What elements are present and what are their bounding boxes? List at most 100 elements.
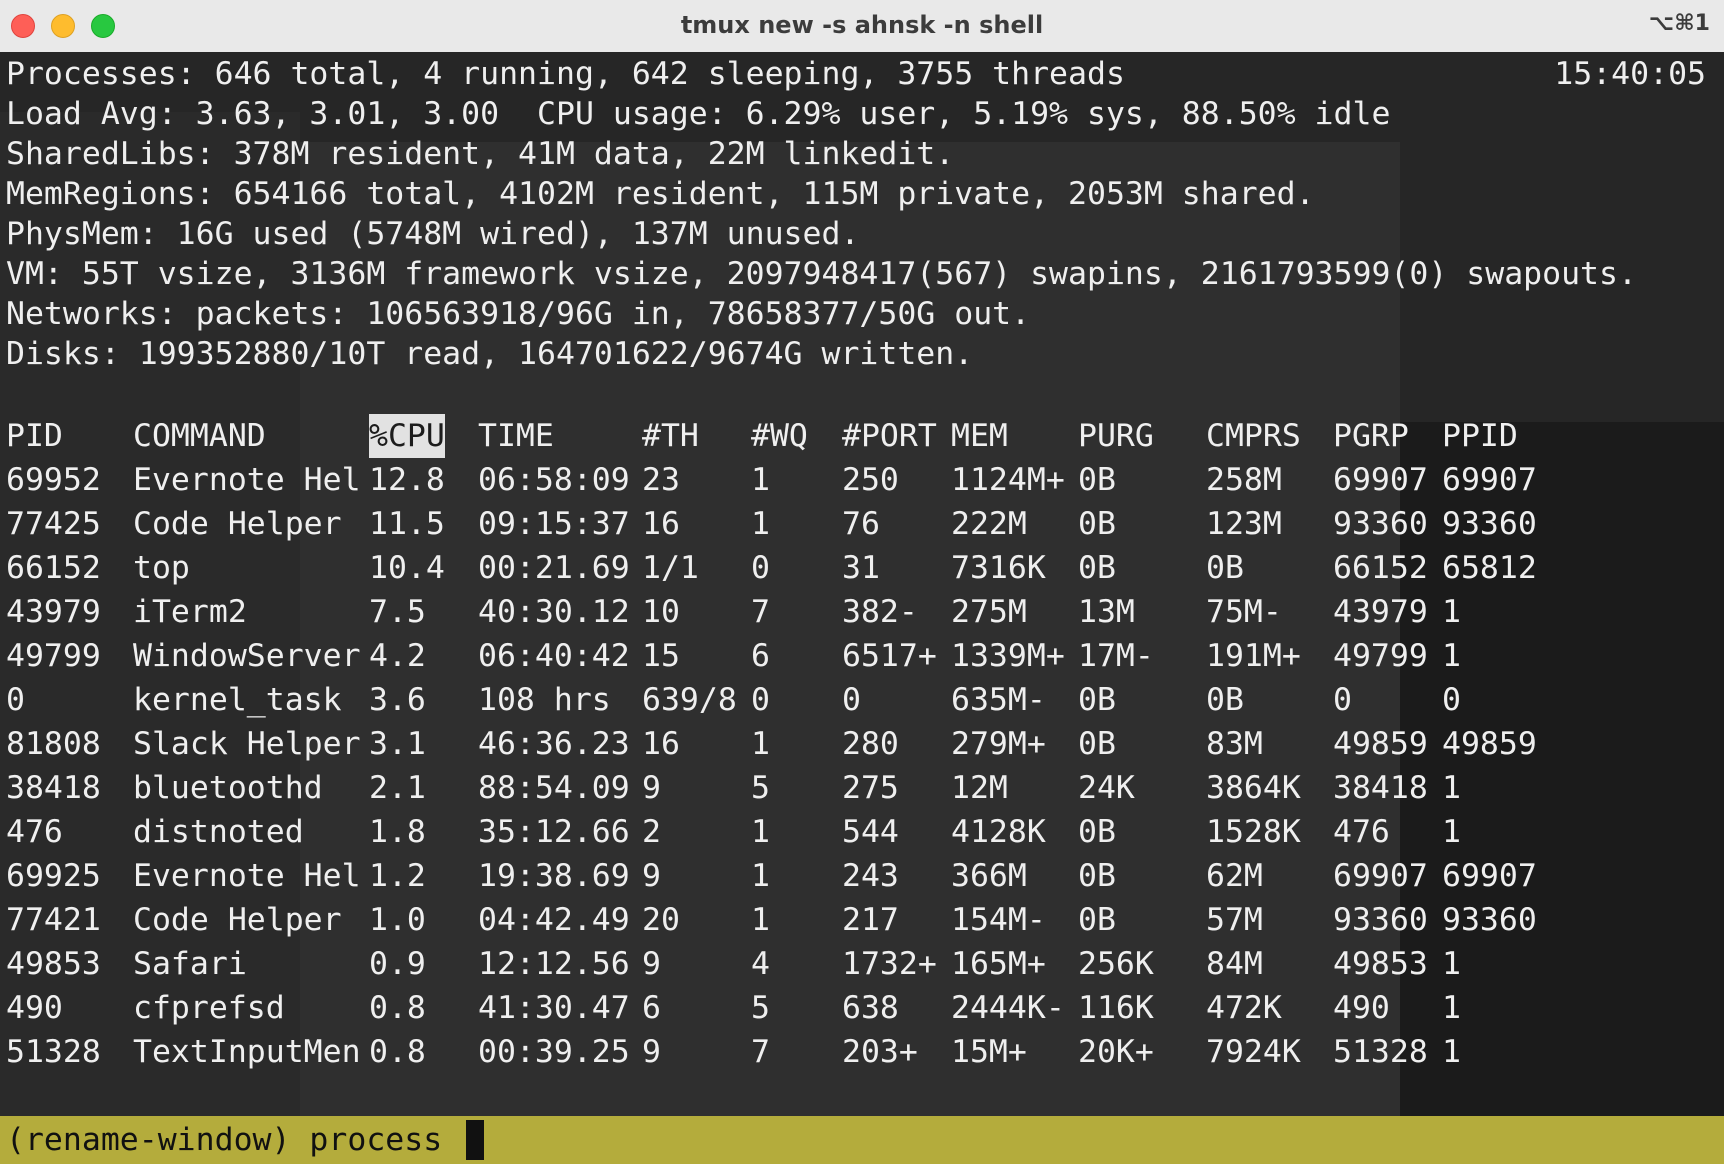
summary-load-cpu: Load Avg: 3.63, 3.01, 3.00 CPU usage: 6.… — [6, 96, 1391, 132]
command-prompt[interactable]: (rename-window) process — [6, 1116, 442, 1164]
cell-cpu: 3.1 — [369, 726, 426, 762]
cell-purg: 0B — [1078, 550, 1116, 586]
summary-vm: VM: 55T vsize, 3136M framework vsize, 20… — [6, 256, 1637, 292]
cell-time: 41:30.47 — [478, 990, 630, 1026]
cell-ppid: 69907 — [1442, 858, 1537, 894]
summary-memregions: MemRegions: 654166 total, 4102M resident… — [6, 176, 1315, 212]
cell-pid: 69952 — [6, 462, 101, 498]
cell-port: 638 — [842, 990, 899, 1026]
cell-command: Code Helper — [133, 902, 342, 938]
cell-th: 16 — [642, 726, 680, 762]
cell-cmprs: 123M — [1206, 506, 1282, 542]
title-bar[interactable]: tmux new -s ahnsk -n shell ⌥⌘1 — [0, 0, 1724, 53]
cell-th: 15 — [642, 638, 680, 674]
cell-th: 9 — [642, 770, 661, 806]
cell-port: 0 — [842, 682, 861, 718]
cell-command: top — [133, 550, 190, 586]
cell-cmprs: 258M — [1206, 462, 1282, 498]
cell-port: 6517+ — [842, 638, 937, 674]
cell-mem: 165M+ — [951, 946, 1046, 982]
column-header-ppid: PPID — [1442, 418, 1518, 454]
terminal-pane[interactable]: 15:40:05 Processes: 646 total, 4 running… — [0, 52, 1724, 1116]
cell-pgrp: 51328 — [1333, 1034, 1428, 1070]
cell-port: 76 — [842, 506, 880, 542]
cell-command: cfprefsd — [133, 990, 285, 1026]
cell-purg: 20K+ — [1078, 1034, 1154, 1070]
table-row: 69952 Evernote Hel 12.8 06:58:09 23 1 250 1124M… — [0, 458, 1724, 502]
cell-command: TextInputMen — [133, 1034, 361, 1070]
process-table: PID COMMAND %CPU TIME #TH #WQ #PORT MEM PURG CMPR… — [0, 414, 1724, 1074]
cell-pgrp: 490 — [1333, 990, 1390, 1026]
cell-cmprs: 0B — [1206, 550, 1244, 586]
cell-th: 1/1 — [642, 550, 699, 586]
cell-time: 00:21.69 — [478, 550, 630, 586]
cell-port: 382- — [842, 594, 918, 630]
cell-ppid: 1 — [1442, 946, 1461, 982]
cell-time: 00:39.25 — [478, 1034, 630, 1070]
cell-cpu: 1.2 — [369, 858, 426, 894]
cell-ppid: 93360 — [1442, 902, 1537, 938]
column-header-pid: PID — [6, 418, 63, 454]
cell-cpu: 11.5 — [369, 506, 445, 542]
summary-processes: Processes: 646 total, 4 running, 642 sle… — [6, 56, 1125, 92]
cell-mem: 275M — [951, 594, 1027, 630]
column-header-purg: PURG — [1078, 418, 1154, 454]
cell-ppid: 1 — [1442, 990, 1461, 1026]
cell-pgrp: 49853 — [1333, 946, 1428, 982]
summary-disks: Disks: 199352880/10T read, 164701622/967… — [6, 336, 974, 372]
cell-th: 6 — [642, 990, 661, 1026]
cell-cmprs: 1528K — [1206, 814, 1301, 850]
cell-cmprs: 83M — [1206, 726, 1263, 762]
cell-cpu: 1.0 — [369, 902, 426, 938]
cell-pgrp: 476 — [1333, 814, 1390, 850]
cell-pid: 66152 — [6, 550, 101, 586]
cell-command: Evernote Hel — [133, 858, 361, 894]
cell-time: 19:38.69 — [478, 858, 630, 894]
cell-th: 16 — [642, 506, 680, 542]
column-header-th: #TH — [642, 418, 699, 454]
cell-cpu: 12.8 — [369, 462, 445, 498]
column-header-cmprs: CMPRS — [1206, 418, 1301, 454]
cell-time: 12:12.56 — [478, 946, 630, 982]
cell-time: 40:30.12 — [478, 594, 630, 630]
tmux-status-bar[interactable]: (rename-window) process — [0, 1116, 1724, 1164]
table-row: 49853 Safari 0.9 12:12.56 9 4 1732+ 165M+ 256K 84… — [0, 942, 1724, 986]
cell-mem: 635M- — [951, 682, 1046, 718]
cell-purg: 256K — [1078, 946, 1154, 982]
table-row: 38418 bluetoothd 2.1 88:54.09 9 5 275 12M 24K 386… — [0, 766, 1724, 810]
cell-ppid: 1 — [1442, 594, 1461, 630]
cell-pid: 49799 — [6, 638, 101, 674]
cell-wq: 6 — [751, 638, 770, 674]
cell-pgrp: 93360 — [1333, 902, 1428, 938]
table-row: 490 cfprefsd 0.8 41:30.47 6 5 638 2444K- 116K 472… — [0, 986, 1724, 1030]
terminal-window: tmux new -s ahnsk -n shell ⌥⌘1 15:40:05 … — [0, 0, 1724, 1164]
column-header-cpu: %CPU — [369, 414, 445, 458]
cell-purg: 0B — [1078, 462, 1116, 498]
cell-port: 243 — [842, 858, 899, 894]
cell-port: 280 — [842, 726, 899, 762]
cell-ppid: 1 — [1442, 638, 1461, 674]
cell-mem: 2444K- — [951, 990, 1065, 1026]
cell-mem: 15M+ — [951, 1034, 1027, 1070]
cell-command: Evernote Hel — [133, 462, 361, 498]
cell-time: 108 hrs — [478, 682, 611, 718]
cell-pid: 43979 — [6, 594, 101, 630]
cell-mem: 279M+ — [951, 726, 1046, 762]
cell-time: 04:42.49 — [478, 902, 630, 938]
cell-purg: 0B — [1078, 814, 1116, 850]
cell-wq: 7 — [751, 594, 770, 630]
cell-pid: 476 — [6, 814, 63, 850]
cell-wq: 5 — [751, 990, 770, 1026]
table-row: 0 kernel_task 3.6 108 hrs 639/8 0 0 635M- 0B 0B 0 0 — [0, 678, 1724, 722]
cell-pid: 0 — [6, 682, 25, 718]
cell-ppid: 1 — [1442, 814, 1461, 850]
cell-command: bluetoothd — [133, 770, 323, 806]
top-clock: 15:40:05 — [1554, 56, 1706, 92]
table-row: 66152 top 10.4 00:21.69 1/1 0 31 7316K 0B 0B 66152… — [0, 546, 1724, 590]
cell-port: 544 — [842, 814, 899, 850]
cell-command: WindowServer — [133, 638, 361, 674]
cell-time: 09:15:37 — [478, 506, 630, 542]
cell-mem: 222M — [951, 506, 1027, 542]
cell-cmprs: 75M- — [1206, 594, 1282, 630]
cell-pid: 490 — [6, 990, 63, 1026]
